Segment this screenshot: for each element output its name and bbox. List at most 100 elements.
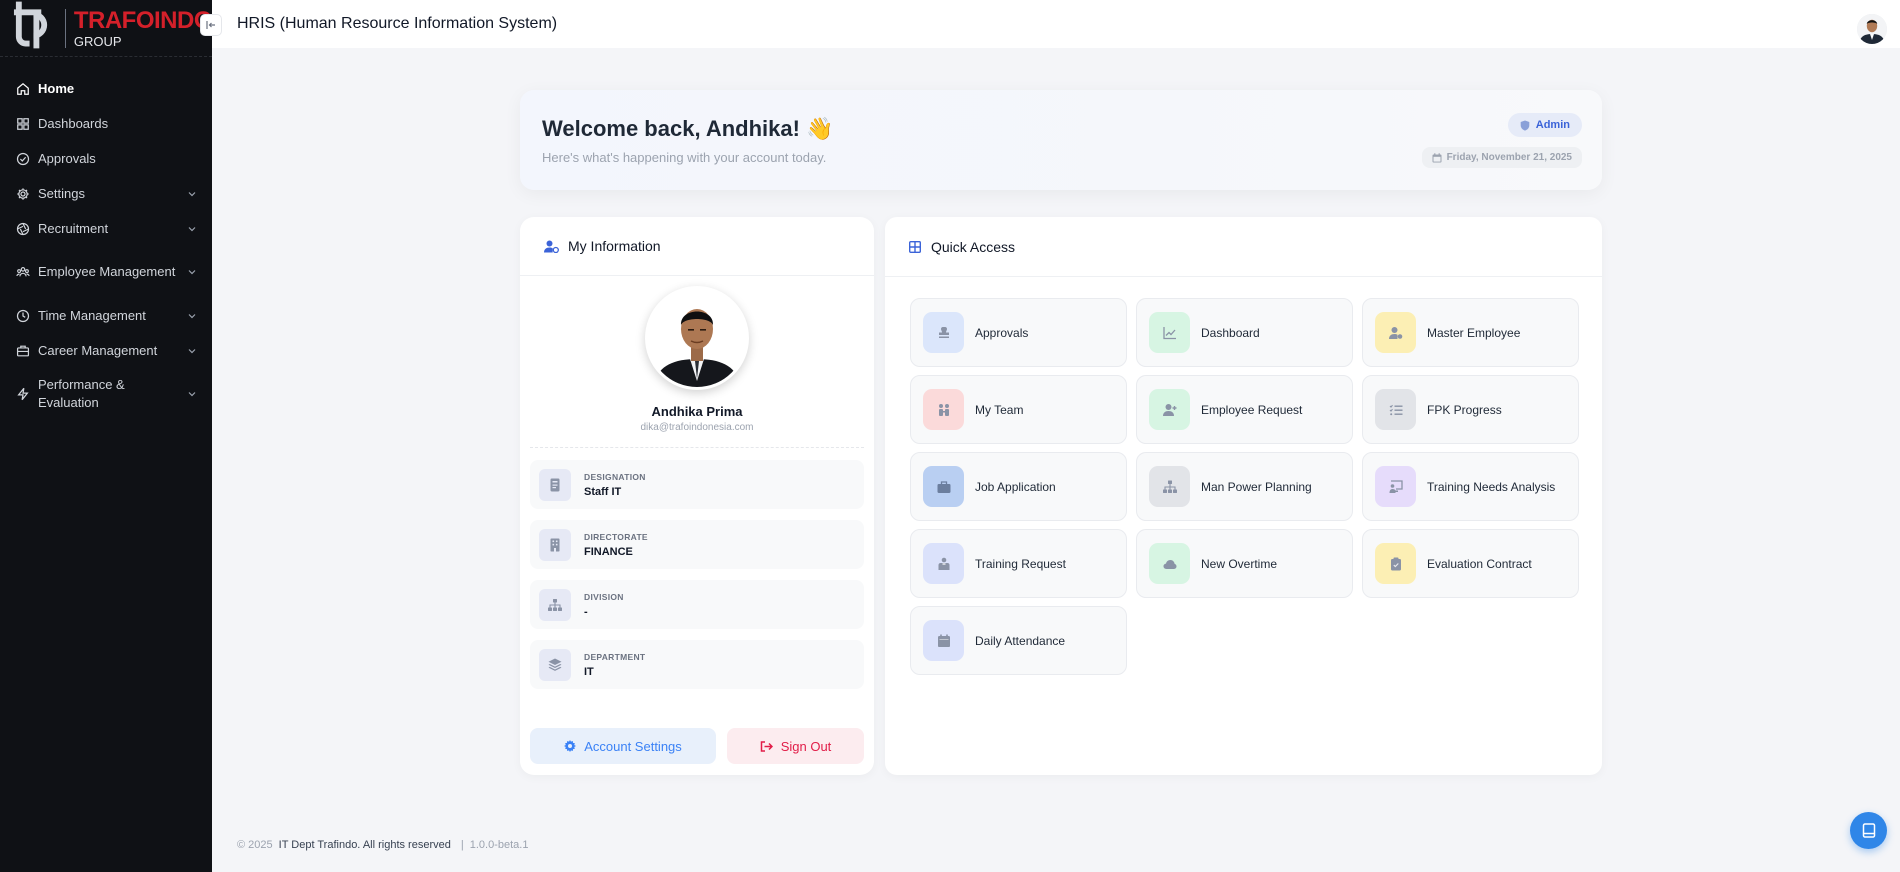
quick-access-dashboard[interactable]: Dashboard (1136, 298, 1353, 367)
chevron-down-icon (188, 348, 196, 353)
user-avatar[interactable] (1857, 14, 1887, 44)
book-icon (1862, 823, 1875, 838)
chevron-down-icon (188, 191, 196, 196)
role-label: Admin (1535, 119, 1570, 131)
quick-access-job-application[interactable]: Job Application (910, 452, 1127, 521)
my-information-title: My Information (568, 238, 661, 254)
field-label: DIVISION (584, 591, 624, 602)
brand-logo[interactable]: TRAFOINDO GROUP (0, 0, 213, 57)
sidebar-item-dashboards[interactable]: Dashboards (0, 106, 212, 141)
page-title: HRIS (Human Resource Information System) (237, 15, 558, 32)
quick-access-fpk-progress[interactable]: FPK Progress (1362, 375, 1579, 444)
quick-access-employee-request[interactable]: Employee Request (1136, 375, 1353, 444)
quick-access-master-employee[interactable]: Master Employee (1362, 298, 1579, 367)
quick-access-label: Training Request (975, 556, 1066, 571)
shield-icon (1520, 120, 1530, 131)
sidebar-item-label: Time Management (38, 307, 146, 323)
briefcase-icon (16, 345, 30, 356)
account-settings-label: Account Settings (584, 738, 682, 754)
footer-copyright: © 2025 (237, 839, 273, 851)
welcome-title: Welcome back, Andhika! 👋 (542, 116, 834, 141)
sidebar-item-time-management[interactable]: Time Management (0, 298, 212, 333)
account-settings-button[interactable]: Account Settings (530, 728, 716, 764)
quick-access-label: Man Power Planning (1201, 479, 1312, 494)
sidebar-item-label: Recruitment (38, 220, 109, 236)
quick-access-new-overtime[interactable]: New Overtime (1136, 529, 1353, 598)
welcome-banner: Welcome back, Andhika! 👋 Here's what's h… (520, 90, 1602, 190)
quick-access-my-team[interactable]: My Team (910, 375, 1127, 444)
sitemap-icon (539, 588, 571, 621)
footer-version: 1.0.0-beta.1 (469, 839, 529, 851)
sidebar-item-employee-management[interactable]: Employee Management (0, 246, 212, 298)
quick-access-training-request[interactable]: Training Request (910, 529, 1127, 598)
calendar-check-icon (923, 620, 964, 661)
sidebar-item-label: Home (38, 80, 75, 96)
teacher-icon (923, 543, 964, 584)
quick-access-label: Approvals (975, 325, 1029, 340)
chevron-down-icon (188, 270, 196, 275)
quick-access-label: Master Employee (1427, 325, 1521, 340)
field-department: DEPARTMENT IT (530, 640, 864, 689)
grid-icon (909, 240, 921, 253)
clock-icon (16, 309, 30, 322)
layers-icon (539, 648, 571, 681)
sidebar-item-performance-evaluation[interactable]: Performance & Evaluation (0, 368, 212, 420)
quick-access-title: Quick Access (931, 238, 1016, 255)
footer: © 2025 IT Dept Trafindo. All rights rese… (237, 839, 528, 851)
sidebar-item-label: Approvals (38, 150, 96, 166)
user-plus-icon (1149, 389, 1190, 430)
footer-company: IT Dept Trafindo. All rights reserved (278, 839, 451, 851)
sidebar-item-settings[interactable]: Settings (0, 176, 212, 211)
sign-out-button[interactable]: Sign Out (727, 728, 864, 764)
sidebar-item-label: Career Management (38, 342, 158, 358)
quick-access-card: Quick Access Approvals Dashboard Master Em… (885, 217, 1602, 775)
user-gear-icon (544, 240, 559, 253)
grid-icon (17, 117, 29, 130)
top-header: HRIS (Human Resource Information System) (212, 0, 1900, 48)
quick-access-label: Evaluation Contract (1427, 556, 1532, 571)
quick-access-training-needs-analysis[interactable]: Training Needs Analysis (1362, 452, 1579, 521)
sidebar-item-recruitment[interactable]: Recruitment (0, 211, 212, 246)
collapse-left-icon (206, 21, 215, 29)
quick-access-daily-attendance[interactable]: Daily Attendance (910, 606, 1127, 675)
clipboard-icon (1375, 543, 1416, 584)
divider (530, 447, 864, 448)
help-chat-button[interactable] (1850, 812, 1887, 849)
gear-icon (17, 187, 29, 200)
field-value: Staff IT (584, 485, 622, 498)
trafoindo-logo-icon (13, 1, 48, 49)
profile-photo-image (648, 289, 746, 387)
quick-access-evaluation-contract[interactable]: Evaluation Contract (1362, 529, 1579, 598)
profile-name: Andhika Prima (651, 404, 743, 419)
profile-email: dika@trafoindonesia.com (640, 422, 754, 433)
user-avatar-image (1857, 14, 1887, 44)
briefcase-icon (923, 466, 964, 507)
stamp-icon (923, 312, 964, 353)
sidebar-item-career-management[interactable]: Career Management (0, 333, 212, 368)
field-label: DEPARTMENT (584, 651, 646, 662)
clock-cloud-icon (1149, 543, 1190, 584)
sidebar-item-label: Dashboards (38, 115, 109, 131)
sidebar-item-label: Performance & Evaluation (38, 377, 125, 410)
quick-access-label: Employee Request (1201, 402, 1303, 417)
quick-access-label: Dashboard (1201, 325, 1260, 340)
home-icon (17, 82, 29, 95)
quick-access-approvals[interactable]: Approvals (910, 298, 1127, 367)
aperture-icon (16, 222, 30, 235)
calendar-icon (1432, 152, 1442, 162)
sidebar-item-approvals[interactable]: Approvals (0, 141, 212, 176)
users-icon (16, 267, 30, 277)
quick-access-man-power-planning[interactable]: Man Power Planning (1136, 452, 1353, 521)
date-badge: Friday, November 21, 2025 (1421, 147, 1582, 168)
chevron-down-icon (188, 392, 196, 397)
field-directorate: DIRECTORATE FINANCE (530, 520, 864, 569)
sidebar-collapse-button[interactable] (200, 14, 222, 36)
quick-access-grid: Approvals Dashboard Master Employee My Team… (910, 298, 1579, 675)
role-badge: Admin (1507, 113, 1582, 137)
chalkboard-icon (1375, 466, 1416, 507)
sidebar-item-home[interactable]: Home (0, 71, 212, 106)
chevron-down-icon (188, 226, 196, 231)
field-designation: DESIGNATION Staff IT (530, 460, 864, 509)
building-icon (539, 528, 571, 561)
my-information-card: My Information Andhika Prima dika@trafoi… (520, 217, 874, 775)
